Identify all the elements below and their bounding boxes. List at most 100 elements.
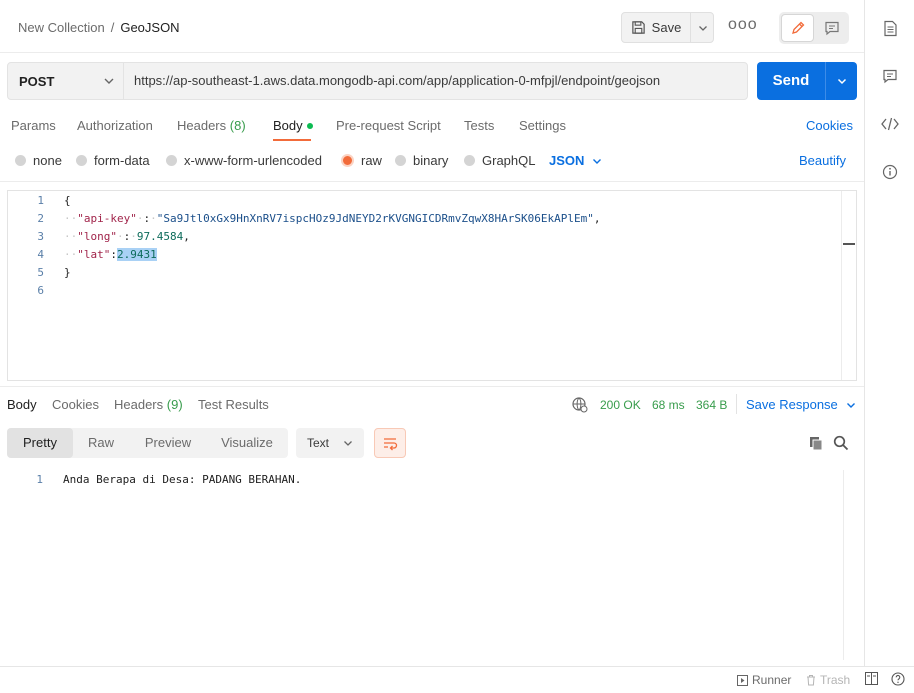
body-language-value: JSON [549,153,585,168]
copy-icon[interactable] [808,435,824,451]
body-language-select[interactable]: JSON [549,153,602,168]
radio-circle-selected [341,154,354,167]
request-name[interactable]: GeoJSON [120,20,179,35]
json-colon: : [110,248,117,261]
code-text: ··"api-key"·:·"Sa9Jtl0xGx9HnXnRV7ispcHOz… [64,212,601,225]
response-tab-cookies[interactable]: Cookies [52,397,99,412]
response-format-select[interactable]: Text [296,428,364,458]
radio-circle [166,155,177,166]
trash-button[interactable]: Trash [806,673,850,687]
response-size[interactable]: 364 B [696,398,727,412]
method-select[interactable]: POST [8,63,124,99]
line-number: 5 [37,266,44,279]
radio-none[interactable]: none [15,153,62,168]
more-options-button[interactable]: ooo [728,17,757,36]
info-icon[interactable] [881,163,899,181]
two-pane-view-icon[interactable] [865,672,878,685]
tab-params[interactable]: Params [11,118,56,133]
tab-headers-count: (8) [229,118,246,133]
send-button[interactable]: Send [757,62,825,100]
chevron-down-icon [593,158,602,164]
send-options-button[interactable] [825,62,858,100]
runner-label: Runner [752,673,792,687]
code-text: ··"long"·:·97.4584, [64,230,190,243]
tab-settings[interactable]: Settings [519,118,566,133]
code-line: 3 ··"long"·:·97.4584, [8,228,838,246]
code-line: 2 ··"api-key"·:·"Sa9Jtl0xGx9HnXnRV7ispcH… [8,210,838,228]
tab-tests[interactable]: Tests [464,118,494,133]
help-icon[interactable] [891,672,905,686]
radio-raw[interactable]: raw [341,153,382,168]
wrap-lines-button[interactable] [374,428,406,458]
response-scrollbar[interactable] [843,470,858,660]
pencil-icon [791,21,804,34]
edit-mode-button[interactable] [781,14,814,42]
status-bar: Runner Trash [0,666,914,693]
documentation-icon[interactable] [881,19,899,37]
save-icon [631,20,646,35]
save-options-button[interactable] [690,13,715,42]
save-response-button[interactable]: Save Response [746,397,856,412]
code-line: 1 { [8,192,838,210]
json-string-value: "Sa9Jtl0xGx9HnXnRV7ispcHOz9JdNEYD2rKVGNG… [156,212,594,225]
json-key: "api-key" [77,212,137,225]
view-pretty[interactable]: Pretty [7,428,73,458]
radio-label: raw [361,153,382,168]
response-tab-test-results[interactable]: Test Results [198,397,269,412]
radio-urlencoded[interactable]: x-www-form-urlencoded [166,153,322,168]
runner-icon [737,674,748,686]
tab-prerequest-script[interactable]: Pre-request Script [336,118,441,133]
chevron-down-icon [104,78,114,84]
json-comma: , [183,230,190,243]
header-divider [0,52,864,53]
save-button[interactable]: Save [622,13,690,42]
search-icon[interactable] [833,435,849,451]
url-input[interactable]: https://ap-southeast-1.aws.data.mongodb-… [134,63,660,99]
radio-circle [76,155,87,166]
response-tab-headers[interactable]: Headers (9) [114,397,183,412]
response-tab-headers-label: Headers [114,397,164,412]
radio-form-data[interactable]: form-data [76,153,150,168]
cookies-link[interactable]: Cookies [806,118,853,133]
active-tab-underline [273,139,311,141]
view-preview[interactable]: Preview [133,428,203,458]
response-tab-body[interactable]: Body [7,397,37,412]
json-key: "long" [77,230,117,243]
code-line: 4 ··"lat":2.9431 [8,246,838,264]
tab-headers[interactable]: Headers (8) [177,118,246,133]
radio-graphql[interactable]: GraphQL [464,153,535,168]
view-visualize[interactable]: Visualize [213,428,281,458]
wrap-lines-icon [384,438,398,451]
comment-icon [824,21,839,36]
response-status[interactable]: 200 OK [600,398,641,412]
tab-body[interactable]: Body [273,118,313,133]
comment-icon[interactable] [881,67,899,85]
trash-icon [807,675,815,686]
view-mode-toggle [779,12,849,44]
radio-label: binary [413,153,449,168]
radio-binary[interactable]: binary [395,153,448,168]
code-snippet-icon[interactable] [881,115,899,133]
response-format-value: Text [307,436,330,450]
radio-label: form-data [94,153,150,168]
comments-mode-button[interactable] [816,14,847,42]
tab-authorization[interactable]: Authorization [77,118,153,133]
line-number: 1 [37,194,44,207]
method-value: POST [19,73,55,89]
url-bar: POST https://ap-southeast-1.aws.data.mon… [7,62,748,100]
beautify-button[interactable]: Beautify [799,153,846,168]
response-body-text[interactable]: Anda Berapa di Desa: PADANG BERAHAN. [63,471,301,489]
scrollbar-marker [843,243,855,245]
editor-scrollbar[interactable] [841,191,856,380]
view-raw[interactable]: Raw [77,428,125,458]
code-line: 6 [8,282,838,300]
globe-icon[interactable] [571,396,588,416]
runner-button[interactable]: Runner [737,673,791,687]
breadcrumb-collection-link[interactable]: New Collection [18,20,105,35]
line-number: 1 [36,473,43,486]
divider [0,386,864,387]
radio-label: none [33,153,62,168]
radio-circle [15,155,26,166]
request-body-editor[interactable]: 1 { 2 ··"api-key"·:·"Sa9Jtl0xGx9HnXnRV7i… [7,190,857,381]
response-time[interactable]: 68 ms [652,398,685,412]
